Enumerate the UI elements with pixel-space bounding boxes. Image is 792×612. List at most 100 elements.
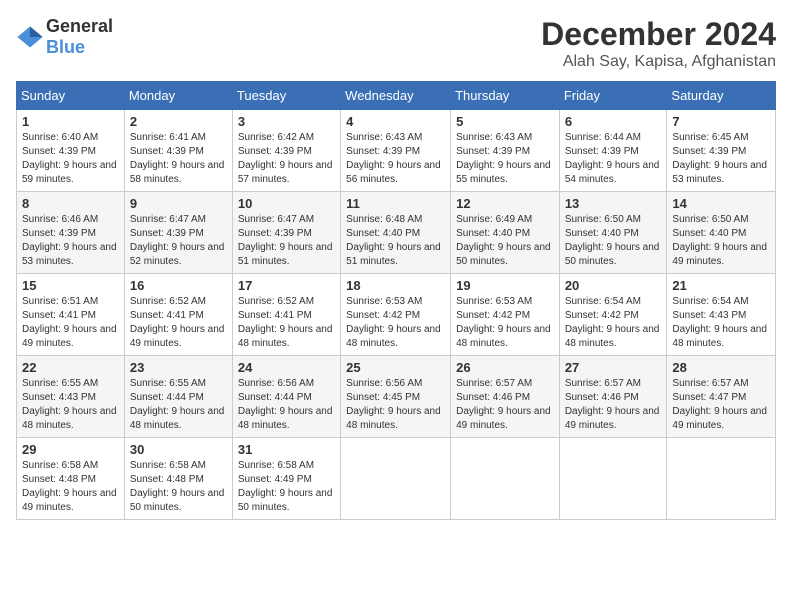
calendar-day-cell: 3 Sunrise: 6:42 AMSunset: 4:39 PMDayligh…	[232, 110, 340, 192]
logo: General Blue	[16, 16, 113, 58]
weekday-header-cell: Monday	[124, 82, 232, 110]
calendar-day-cell: 8 Sunrise: 6:46 AMSunset: 4:39 PMDayligh…	[17, 192, 125, 274]
day-number: 10	[238, 196, 335, 211]
logo-general-text: General	[46, 16, 113, 36]
day-number: 19	[456, 278, 554, 293]
day-info: Sunrise: 6:47 AMSunset: 4:39 PMDaylight:…	[130, 214, 225, 267]
weekday-header-cell: Sunday	[17, 82, 125, 110]
calendar-day-cell: 9 Sunrise: 6:47 AMSunset: 4:39 PMDayligh…	[124, 192, 232, 274]
calendar-day-cell: 23 Sunrise: 6:55 AMSunset: 4:44 PMDaylig…	[124, 356, 232, 438]
day-number: 16	[130, 278, 227, 293]
day-number: 18	[346, 278, 445, 293]
day-number: 13	[565, 196, 662, 211]
day-info: Sunrise: 6:45 AMSunset: 4:39 PMDaylight:…	[672, 132, 767, 185]
day-number: 4	[346, 114, 445, 129]
page-header: General Blue December 2024 Alah Say, Kap…	[16, 16, 776, 71]
day-number: 2	[130, 114, 227, 129]
calendar-day-cell: 4 Sunrise: 6:43 AMSunset: 4:39 PMDayligh…	[341, 110, 451, 192]
calendar-day-cell: 27 Sunrise: 6:57 AMSunset: 4:46 PMDaylig…	[559, 356, 667, 438]
day-info: Sunrise: 6:50 AMSunset: 4:40 PMDaylight:…	[672, 214, 767, 267]
calendar-day-cell: 15 Sunrise: 6:51 AMSunset: 4:41 PMDaylig…	[17, 274, 125, 356]
day-info: Sunrise: 6:55 AMSunset: 4:44 PMDaylight:…	[130, 378, 225, 431]
weekday-header-cell: Wednesday	[341, 82, 451, 110]
day-number: 28	[672, 360, 770, 375]
calendar-day-cell: 31 Sunrise: 6:58 AMSunset: 4:49 PMDaylig…	[232, 438, 340, 520]
day-info: Sunrise: 6:52 AMSunset: 4:41 PMDaylight:…	[238, 296, 333, 349]
calendar-day-cell: 17 Sunrise: 6:52 AMSunset: 4:41 PMDaylig…	[232, 274, 340, 356]
day-info: Sunrise: 6:52 AMSunset: 4:41 PMDaylight:…	[130, 296, 225, 349]
calendar-week-row: 15 Sunrise: 6:51 AMSunset: 4:41 PMDaylig…	[17, 274, 776, 356]
day-info: Sunrise: 6:47 AMSunset: 4:39 PMDaylight:…	[238, 214, 333, 267]
calendar-day-cell: 2 Sunrise: 6:41 AMSunset: 4:39 PMDayligh…	[124, 110, 232, 192]
day-number: 12	[456, 196, 554, 211]
day-info: Sunrise: 6:51 AMSunset: 4:41 PMDaylight:…	[22, 296, 117, 349]
day-number: 15	[22, 278, 119, 293]
calendar-day-cell: 26 Sunrise: 6:57 AMSunset: 4:46 PMDaylig…	[451, 356, 560, 438]
weekday-header-cell: Tuesday	[232, 82, 340, 110]
calendar-day-cell: 29 Sunrise: 6:58 AMSunset: 4:48 PMDaylig…	[17, 438, 125, 520]
day-info: Sunrise: 6:57 AMSunset: 4:47 PMDaylight:…	[672, 378, 767, 431]
day-info: Sunrise: 6:58 AMSunset: 4:48 PMDaylight:…	[22, 460, 117, 513]
calendar-day-cell	[451, 438, 560, 520]
day-info: Sunrise: 6:54 AMSunset: 4:42 PMDaylight:…	[565, 296, 660, 349]
day-number: 14	[672, 196, 770, 211]
day-info: Sunrise: 6:56 AMSunset: 4:44 PMDaylight:…	[238, 378, 333, 431]
day-number: 27	[565, 360, 662, 375]
day-number: 5	[456, 114, 554, 129]
day-info: Sunrise: 6:57 AMSunset: 4:46 PMDaylight:…	[565, 378, 660, 431]
day-number: 20	[565, 278, 662, 293]
calendar-day-cell	[341, 438, 451, 520]
day-info: Sunrise: 6:41 AMSunset: 4:39 PMDaylight:…	[130, 132, 225, 185]
calendar-day-cell: 13 Sunrise: 6:50 AMSunset: 4:40 PMDaylig…	[559, 192, 667, 274]
day-number: 22	[22, 360, 119, 375]
day-info: Sunrise: 6:43 AMSunset: 4:39 PMDaylight:…	[456, 132, 551, 185]
day-number: 31	[238, 442, 335, 457]
day-info: Sunrise: 6:42 AMSunset: 4:39 PMDaylight:…	[238, 132, 333, 185]
calendar-day-cell: 28 Sunrise: 6:57 AMSunset: 4:47 PMDaylig…	[667, 356, 776, 438]
calendar-day-cell: 14 Sunrise: 6:50 AMSunset: 4:40 PMDaylig…	[667, 192, 776, 274]
calendar-day-cell: 30 Sunrise: 6:58 AMSunset: 4:48 PMDaylig…	[124, 438, 232, 520]
weekday-header-cell: Friday	[559, 82, 667, 110]
day-info: Sunrise: 6:53 AMSunset: 4:42 PMDaylight:…	[346, 296, 441, 349]
day-info: Sunrise: 6:57 AMSunset: 4:46 PMDaylight:…	[456, 378, 551, 431]
calendar-week-row: 29 Sunrise: 6:58 AMSunset: 4:48 PMDaylig…	[17, 438, 776, 520]
calendar-day-cell: 10 Sunrise: 6:47 AMSunset: 4:39 PMDaylig…	[232, 192, 340, 274]
weekday-header-row: SundayMondayTuesdayWednesdayThursdayFrid…	[17, 82, 776, 110]
logo-icon	[16, 23, 44, 51]
day-info: Sunrise: 6:50 AMSunset: 4:40 PMDaylight:…	[565, 214, 660, 267]
day-info: Sunrise: 6:46 AMSunset: 4:39 PMDaylight:…	[22, 214, 117, 267]
day-info: Sunrise: 6:53 AMSunset: 4:42 PMDaylight:…	[456, 296, 551, 349]
day-number: 7	[672, 114, 770, 129]
calendar-day-cell: 1 Sunrise: 6:40 AMSunset: 4:39 PMDayligh…	[17, 110, 125, 192]
day-number: 24	[238, 360, 335, 375]
day-number: 8	[22, 196, 119, 211]
day-number: 3	[238, 114, 335, 129]
title-area: December 2024 Alah Say, Kapisa, Afghanis…	[541, 16, 776, 71]
day-info: Sunrise: 6:55 AMSunset: 4:43 PMDaylight:…	[22, 378, 117, 431]
calendar-week-row: 8 Sunrise: 6:46 AMSunset: 4:39 PMDayligh…	[17, 192, 776, 274]
day-info: Sunrise: 6:48 AMSunset: 4:40 PMDaylight:…	[346, 214, 441, 267]
calendar-day-cell: 5 Sunrise: 6:43 AMSunset: 4:39 PMDayligh…	[451, 110, 560, 192]
day-info: Sunrise: 6:49 AMSunset: 4:40 PMDaylight:…	[456, 214, 551, 267]
day-info: Sunrise: 6:43 AMSunset: 4:39 PMDaylight:…	[346, 132, 441, 185]
day-number: 6	[565, 114, 662, 129]
location-title: Alah Say, Kapisa, Afghanistan	[541, 53, 776, 71]
day-number: 25	[346, 360, 445, 375]
calendar-day-cell: 6 Sunrise: 6:44 AMSunset: 4:39 PMDayligh…	[559, 110, 667, 192]
month-title: December 2024	[541, 16, 776, 53]
calendar-day-cell: 21 Sunrise: 6:54 AMSunset: 4:43 PMDaylig…	[667, 274, 776, 356]
day-number: 29	[22, 442, 119, 457]
day-info: Sunrise: 6:44 AMSunset: 4:39 PMDaylight:…	[565, 132, 660, 185]
day-info: Sunrise: 6:54 AMSunset: 4:43 PMDaylight:…	[672, 296, 767, 349]
calendar-day-cell: 12 Sunrise: 6:49 AMSunset: 4:40 PMDaylig…	[451, 192, 560, 274]
calendar-day-cell: 7 Sunrise: 6:45 AMSunset: 4:39 PMDayligh…	[667, 110, 776, 192]
calendar-day-cell: 20 Sunrise: 6:54 AMSunset: 4:42 PMDaylig…	[559, 274, 667, 356]
calendar-day-cell: 24 Sunrise: 6:56 AMSunset: 4:44 PMDaylig…	[232, 356, 340, 438]
day-info: Sunrise: 6:40 AMSunset: 4:39 PMDaylight:…	[22, 132, 117, 185]
calendar-day-cell: 25 Sunrise: 6:56 AMSunset: 4:45 PMDaylig…	[341, 356, 451, 438]
calendar-day-cell	[559, 438, 667, 520]
calendar-day-cell: 22 Sunrise: 6:55 AMSunset: 4:43 PMDaylig…	[17, 356, 125, 438]
weekday-header-cell: Thursday	[451, 82, 560, 110]
calendar-body: 1 Sunrise: 6:40 AMSunset: 4:39 PMDayligh…	[17, 110, 776, 520]
calendar-day-cell: 19 Sunrise: 6:53 AMSunset: 4:42 PMDaylig…	[451, 274, 560, 356]
